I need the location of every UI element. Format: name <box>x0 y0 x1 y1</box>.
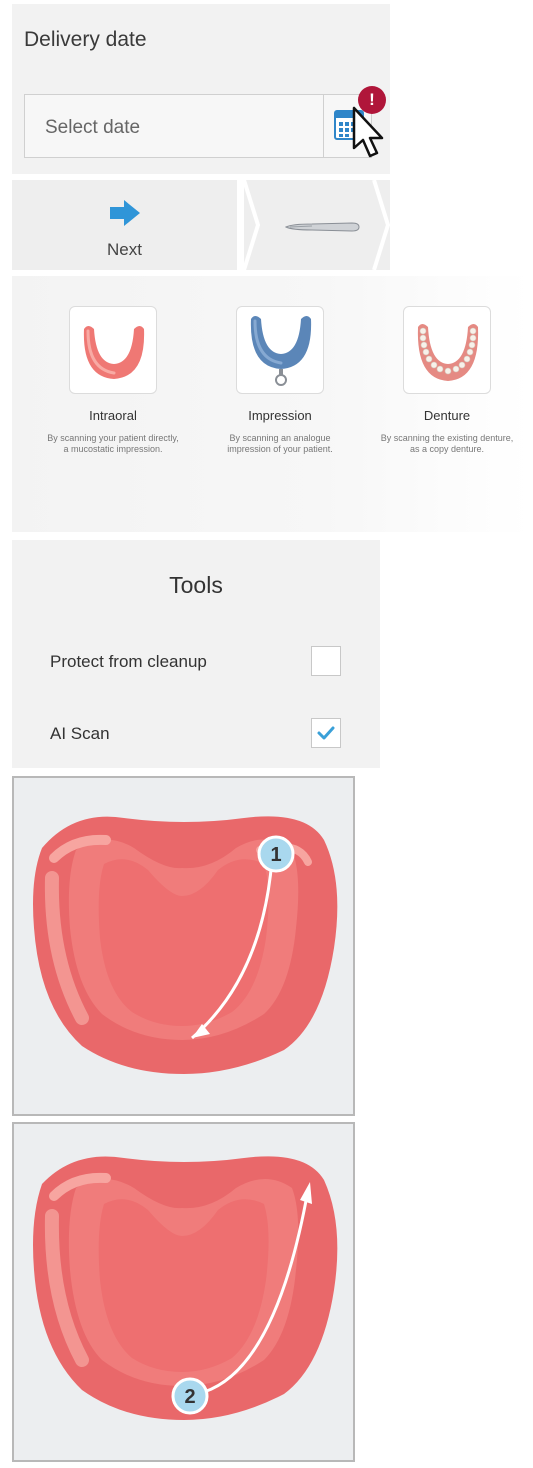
scanner-wand-icon <box>284 222 360 232</box>
impression-tile[interactable] <box>236 306 324 394</box>
scan-path-step-2: 2 <box>33 1156 338 1420</box>
step-number: 1 <box>270 844 281 866</box>
scan-type-name: Denture <box>423 408 471 423</box>
next-button[interactable]: Next <box>12 180 237 270</box>
navigation-bar: Next <box>12 180 390 270</box>
next-label: Next <box>107 240 142 259</box>
ai-scan-checkbox[interactable] <box>311 718 341 748</box>
scan-guide-step-2: 2 <box>12 1122 355 1462</box>
checkmark-icon <box>317 726 335 740</box>
scan-guide-step-1: 1 <box>12 776 355 1116</box>
cursor-pointer-icon <box>352 106 384 158</box>
divider <box>238 180 240 270</box>
intraoral-tile[interactable] <box>69 306 157 394</box>
tools-panel: Tools Protect from cleanup AI Scan <box>12 540 380 768</box>
delivery-date-panel: Delivery date Select date ! <box>12 4 390 174</box>
protect-from-cleanup-checkbox[interactable] <box>311 646 341 676</box>
date-input[interactable]: Select date <box>24 94 372 158</box>
date-placeholder: Select date <box>45 117 141 138</box>
scan-path-step-1: 1 <box>33 816 338 1074</box>
tools-title: Tools <box>169 572 223 598</box>
scan-type-description: By scanning the existing denture, as a c… <box>380 433 514 454</box>
denture-tile[interactable] <box>403 306 491 394</box>
scan-type-selector: Intraoral By scanning your patient direc… <box>12 276 530 532</box>
ai-scan-label: AI Scan <box>50 724 110 743</box>
intraoral-arch-icon <box>83 326 145 379</box>
impression-tray-icon <box>250 316 312 386</box>
step-number: 2 <box>184 1386 195 1408</box>
scanner-step-button[interactable] <box>244 180 390 270</box>
arrow-right-icon <box>110 200 140 226</box>
denture-icon <box>417 324 479 381</box>
protect-from-cleanup-label: Protect from cleanup <box>50 652 207 671</box>
delivery-date-title: Delivery date <box>24 28 147 51</box>
